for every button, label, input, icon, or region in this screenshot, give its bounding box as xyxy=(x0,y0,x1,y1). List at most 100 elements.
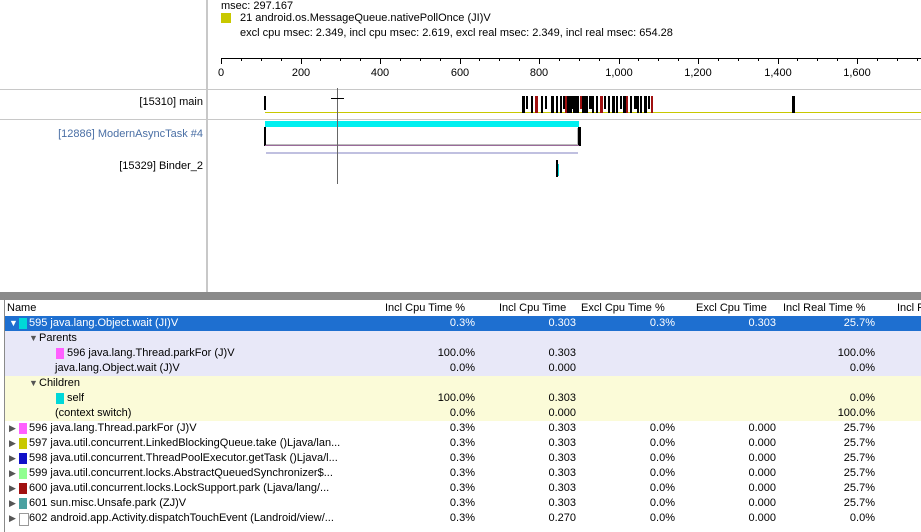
expand-triangle-icon[interactable]: ▶ xyxy=(9,483,16,494)
col-name[interactable]: Name xyxy=(7,302,36,316)
method-name: 595 java.lang.Object.wait (JI)V xyxy=(29,317,179,329)
main-activity-bar xyxy=(608,96,610,113)
method-name: 597 java.util.concurrent.LinkedBlockingQ… xyxy=(29,437,341,449)
table-row[interactable]: ▶ 597 java.util.concurrent.LinkedBlocking… xyxy=(5,436,921,451)
vertical-splitter[interactable] xyxy=(206,0,208,292)
parent-row[interactable]: java.lang.Object.wait (J)V 0.0% 0.000 0.0% xyxy=(5,361,921,376)
method-color-swatch xyxy=(19,318,27,329)
cell-c4: 0.000 xyxy=(748,497,776,509)
table-row[interactable]: ▶ 599 java.util.concurrent.locks.Abstract… xyxy=(5,466,921,481)
main-activity-bar xyxy=(600,96,603,113)
axis-tick-label: 400 xyxy=(370,67,390,79)
cell-c4: 0.000 xyxy=(748,422,776,434)
main-activity-bar xyxy=(535,96,538,113)
cell-c1: 0.3% xyxy=(449,452,475,464)
main-activity-bar xyxy=(545,96,547,109)
axis-minor-tick xyxy=(440,58,441,61)
main-activity-bar xyxy=(616,96,618,113)
axis-minor-tick xyxy=(738,58,739,61)
axis-minor-tick xyxy=(877,58,878,61)
method-color-swatch xyxy=(56,348,64,359)
cell-c2: 0.303 xyxy=(548,482,576,494)
axis-minor-tick xyxy=(420,58,421,61)
axis-minor-tick xyxy=(380,58,381,61)
cell-c5: 0.0% xyxy=(849,512,875,524)
axis-minor-tick xyxy=(340,58,341,61)
col-incl-cpu-pct[interactable]: Incl Cpu Time % xyxy=(385,302,465,316)
horizontal-splitter[interactable] xyxy=(0,292,921,300)
thread-label-binder[interactable]: [15329] Binder_2 xyxy=(119,160,203,172)
expand-triangle-icon[interactable]: ▶ xyxy=(9,498,16,509)
method-color-swatch xyxy=(19,423,27,434)
col-excl-cpu[interactable]: Excl Cpu Time xyxy=(696,302,767,316)
main-activity-bar xyxy=(531,96,533,113)
table-row[interactable]: ▶ 600 java.util.concurrent.locks.LockSupp… xyxy=(5,481,921,496)
cell-c3: 0.0% xyxy=(649,497,675,509)
axis-minor-tick xyxy=(758,58,759,61)
parent-row[interactable]: 596 java.lang.Thread.parkFor (J)V 100.0% 0… xyxy=(5,346,921,361)
method-color-swatch xyxy=(56,393,64,404)
parents-group-header[interactable]: ▼ Parents xyxy=(5,331,921,346)
collapse-triangle-icon[interactable]: ▼ xyxy=(9,318,18,328)
expand-triangle-icon[interactable]: ▶ xyxy=(9,438,16,449)
col-incl-real-pct[interactable]: Incl Real Time % xyxy=(783,302,866,316)
cell-c2: 0.303 xyxy=(548,467,576,479)
main-activity-bar xyxy=(604,96,606,109)
axis-tick-label: 0 xyxy=(217,67,225,79)
cell-c4: 0.000 xyxy=(748,437,776,449)
expand-triangle-icon[interactable]: ▶ xyxy=(9,423,16,434)
axis-minor-tick xyxy=(400,58,401,61)
main-activity-bar xyxy=(640,96,642,113)
main-activity-bar xyxy=(596,96,598,113)
method-name: 596 java.lang.Thread.parkFor (J)V xyxy=(29,422,197,434)
cell-c4: 0.000 xyxy=(748,482,776,494)
collapse-triangle-icon[interactable]: ▼ xyxy=(29,378,38,388)
col-incl-real[interactable]: Incl R xyxy=(897,302,921,316)
method-name: (context switch) xyxy=(55,407,132,419)
expand-triangle-icon[interactable]: ▶ xyxy=(9,513,16,524)
cell-c1: 0.3% xyxy=(449,497,475,509)
thread-label-main[interactable]: [15310] main xyxy=(139,96,203,108)
cell-c5: 0.0% xyxy=(849,392,875,404)
main-activity-bar xyxy=(551,96,554,113)
cell-c5: 0.0% xyxy=(849,362,875,374)
time-cursor-line[interactable] xyxy=(337,88,338,184)
cell-c4: 0.303 xyxy=(748,317,776,329)
asynctask-selected-bar xyxy=(266,152,578,154)
children-group-header[interactable]: ▼ Children xyxy=(5,376,921,391)
main-activity-bar xyxy=(556,96,558,113)
method-name: 599 java.util.concurrent.locks.AbstractQ… xyxy=(29,467,333,479)
table-row[interactable]: ▶ 601 sun.misc.Unsafe.park (ZJ)V 0.3% 0.303… xyxy=(5,496,921,511)
axis-minor-tick xyxy=(360,58,361,61)
method-color-swatch xyxy=(19,498,27,509)
col-incl-cpu[interactable]: Incl Cpu Time xyxy=(499,302,566,316)
thread-label-modernasynctask[interactable]: [12886] ModernAsyncTask #4 xyxy=(58,128,203,140)
thread-row-main[interactable] xyxy=(0,89,921,120)
info-method: 21 android.os.MessageQueue.nativePollOnc… xyxy=(240,12,491,24)
profile-table[interactable]: Name Incl Cpu Time % Incl Cpu Time Excl … xyxy=(4,300,921,532)
child-row[interactable]: (context switch) 0.0% 0.000 100.0% xyxy=(5,406,921,421)
axis-minor-tick xyxy=(897,58,898,61)
axis-minor-tick xyxy=(817,58,818,61)
axis-minor-tick xyxy=(579,58,580,61)
asynctask-wait-outline xyxy=(265,128,578,145)
table-row-selected[interactable]: ▼ 595 java.lang.Object.wait (JI)V 0.3% 0.30… xyxy=(5,316,921,331)
timeline-panel[interactable]: msec: 297.167 21 android.os.MessageQueue… xyxy=(0,0,921,292)
main-activity-start xyxy=(264,96,266,110)
table-header: Name Incl Cpu Time % Incl Cpu Time Excl … xyxy=(5,300,921,316)
axis-minor-tick xyxy=(539,58,540,61)
asynctask-cpu-bar xyxy=(265,121,579,127)
table-row[interactable]: ▶ 596 java.lang.Thread.parkFor (J)V 0.3% 0.… xyxy=(5,421,921,436)
collapse-triangle-icon[interactable]: ▼ xyxy=(29,333,38,343)
expand-triangle-icon[interactable]: ▶ xyxy=(9,453,16,464)
cell-c2: 0.303 xyxy=(548,347,576,359)
axis-minor-tick xyxy=(599,58,600,61)
table-row[interactable]: ▶ 598 java.util.concurrent.ThreadPoolExec… xyxy=(5,451,921,466)
table-row[interactable]: ▶ 602 android.app.Activity.dispatchTouchE… xyxy=(5,511,921,526)
col-excl-cpu-pct[interactable]: Excl Cpu Time % xyxy=(581,302,665,316)
axis-tick-label: 200 xyxy=(291,67,311,79)
expand-triangle-icon[interactable]: ▶ xyxy=(9,468,16,479)
method-name: Children xyxy=(39,377,80,389)
child-row[interactable]: self 100.0% 0.303 0.0% xyxy=(5,391,921,406)
cell-c5: 25.7% xyxy=(843,452,875,464)
